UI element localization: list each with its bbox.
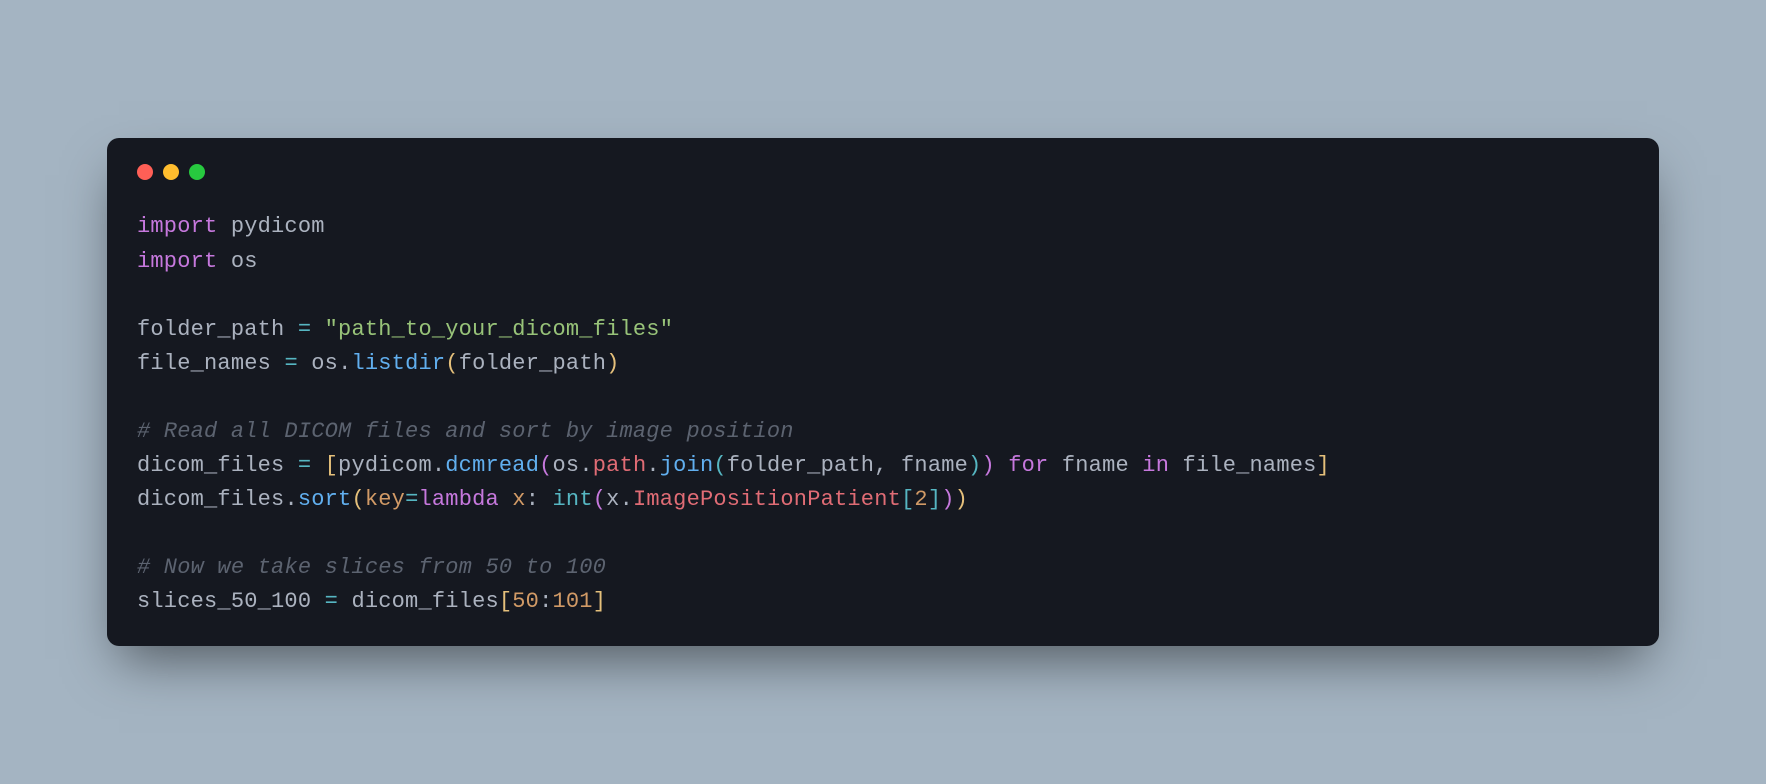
keyword-import: import: [137, 249, 217, 274]
func-join: join: [660, 453, 714, 478]
func-dcmread: dcmread: [445, 453, 539, 478]
dot: .: [432, 453, 445, 478]
dot: .: [338, 351, 351, 376]
code-block[interactable]: import pydicom import os folder_path = "…: [137, 210, 1629, 619]
paren-open: (: [713, 453, 726, 478]
operator-equals: =: [325, 589, 338, 614]
paren-open: (: [351, 487, 364, 512]
var-slices: slices_50_100: [137, 589, 325, 614]
bracket-open: [: [901, 487, 914, 512]
number-101: 101: [553, 589, 593, 614]
param-key: key: [365, 487, 405, 512]
paren-close: ): [981, 453, 994, 478]
bracket-close: ]: [928, 487, 941, 512]
paren-open: (: [445, 351, 458, 376]
ident-os: os: [298, 351, 338, 376]
attr-imageposition: ImagePositionPatient: [633, 487, 901, 512]
close-icon[interactable]: [137, 164, 153, 180]
bracket-close: ]: [593, 589, 606, 614]
ident-file-names: file_names: [1169, 453, 1316, 478]
ident-fname: fname: [1048, 453, 1142, 478]
colon: :: [539, 589, 552, 614]
dot: .: [646, 453, 659, 478]
comment: # Now we take slices from 50 to 100: [137, 555, 606, 580]
traffic-lights: [137, 164, 1629, 180]
keyword-lambda: lambda: [418, 487, 498, 512]
bracket-open: [: [499, 589, 512, 614]
ident-x: x: [606, 487, 619, 512]
number-2: 2: [914, 487, 927, 512]
ident-pydicom: pydicom: [338, 453, 432, 478]
paren-open: (: [593, 487, 606, 512]
func-sort: sort: [298, 487, 352, 512]
dot: .: [284, 487, 297, 512]
comment: # Read all DICOM files and sort by image…: [137, 419, 794, 444]
keyword-for: for: [1008, 453, 1048, 478]
module-pydicom: pydicom: [231, 214, 325, 239]
keyword-import: import: [137, 214, 217, 239]
var-folder-path: folder_path: [137, 317, 298, 342]
bracket-close: ]: [1317, 453, 1330, 478]
comma: ,: [874, 453, 901, 478]
attr-path: path: [593, 453, 647, 478]
ident-os: os: [553, 453, 580, 478]
ident-dicom-files: dicom_files: [338, 589, 499, 614]
code-window: import pydicom import os folder_path = "…: [107, 138, 1659, 645]
param-x: x: [499, 487, 526, 512]
builtin-int: int: [553, 487, 593, 512]
keyword-in: in: [1142, 453, 1169, 478]
colon: :: [526, 487, 553, 512]
func-listdir: listdir: [351, 351, 445, 376]
dot: .: [579, 453, 592, 478]
dot: .: [620, 487, 633, 512]
operator-equals: =: [298, 453, 311, 478]
arg-fname: fname: [901, 453, 968, 478]
operator-equals: =: [284, 351, 297, 376]
paren-close: ): [941, 487, 954, 512]
paren-open: (: [539, 453, 552, 478]
var-dicom-files: dicom_files: [137, 453, 298, 478]
var-file-names: file_names: [137, 351, 284, 376]
paren-close: ): [968, 453, 981, 478]
paren-close: ): [606, 351, 619, 376]
paren-close: ): [955, 487, 968, 512]
var-dicom-files: dicom_files: [137, 487, 284, 512]
module-os: os: [231, 249, 258, 274]
string-literal: "path_to_your_dicom_files": [311, 317, 673, 342]
bracket-open: [: [325, 453, 338, 478]
number-50: 50: [512, 589, 539, 614]
arg-folder-path: folder_path: [459, 351, 606, 376]
maximize-icon[interactable]: [189, 164, 205, 180]
operator-equals: =: [298, 317, 311, 342]
minimize-icon[interactable]: [163, 164, 179, 180]
arg-folder-path: folder_path: [727, 453, 874, 478]
operator-equals: =: [405, 487, 418, 512]
